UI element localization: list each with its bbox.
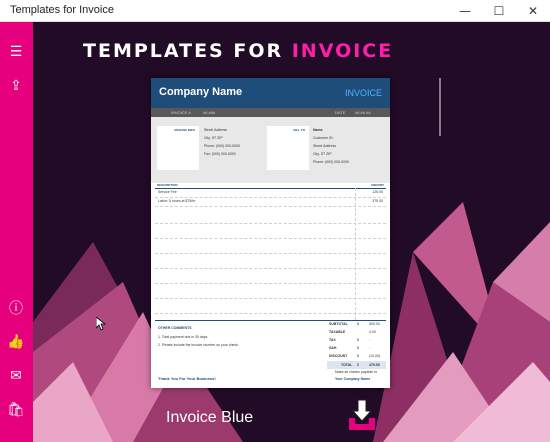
page-heading: TEMPLATES FOR INVOICE [83,40,394,62]
hamburger-icon[interactable]: ☰ [6,42,26,62]
window-title: Templates for Invoice [10,4,114,16]
sidebar: ☰ ⇪ ⓘ 👍 ✉ 🛍 [0,22,33,442]
main-content: TEMPLATES FOR INVOICE Company Name INVOI… [33,22,550,442]
download-icon [349,399,375,430]
title-bar: Templates for Invoice — ☐ ✕ [0,0,550,22]
address-block: MAILING INFO Street Address City, ST ZIP… [151,117,390,183]
company-name: Company Name [159,86,243,98]
item-desc: Labor: 5 hours at $75/hr [158,199,196,203]
item-amount: 125.00 [372,190,383,194]
close-button[interactable]: ✕ [516,0,550,22]
share-icon[interactable]: ⇪ [6,76,26,96]
maximize-icon: ☐ [493,4,505,18]
thank-you-text: Thank You For Your Business! [158,376,216,381]
invoice-preview[interactable]: Company Name INVOICE INVOICE # ## ### DA… [151,78,390,388]
payable-line: Make all checks payable to [335,370,378,374]
comment-line: 2. Please include the invoice number on … [158,343,238,347]
info-icon[interactable]: ⓘ [6,298,26,318]
comment-line: 1. Total payment due in 30 days [158,335,208,339]
mail-icon[interactable]: ✉ [6,366,26,386]
thumbs-up-icon[interactable]: 👍 [6,332,26,352]
download-button[interactable] [347,398,377,432]
comments-heading: OTHER COMMENTS [158,326,192,330]
scrollbar[interactable] [439,78,441,136]
invoice-word: INVOICE [344,88,382,98]
table-header: DESCRIPTION AMOUNT [155,183,386,189]
template-name: Invoice Blue [166,409,254,426]
mouse-cursor-icon [96,317,106,331]
store-icon[interactable]: 🛍 [6,400,26,420]
close-icon: ✕ [527,4,539,18]
maximize-button[interactable]: ☐ [482,0,516,22]
minimize-icon: — [459,4,471,18]
payable-company: Your Company Name [335,377,371,381]
invoice-info-bar: INVOICE # ## ### DATE ## ## ## [151,108,390,117]
minimize-button[interactable]: — [448,0,482,22]
invoice-header: Company Name INVOICE [151,78,390,108]
item-desc: Service Fee [158,190,177,194]
item-amount: 375.00 [372,199,383,203]
